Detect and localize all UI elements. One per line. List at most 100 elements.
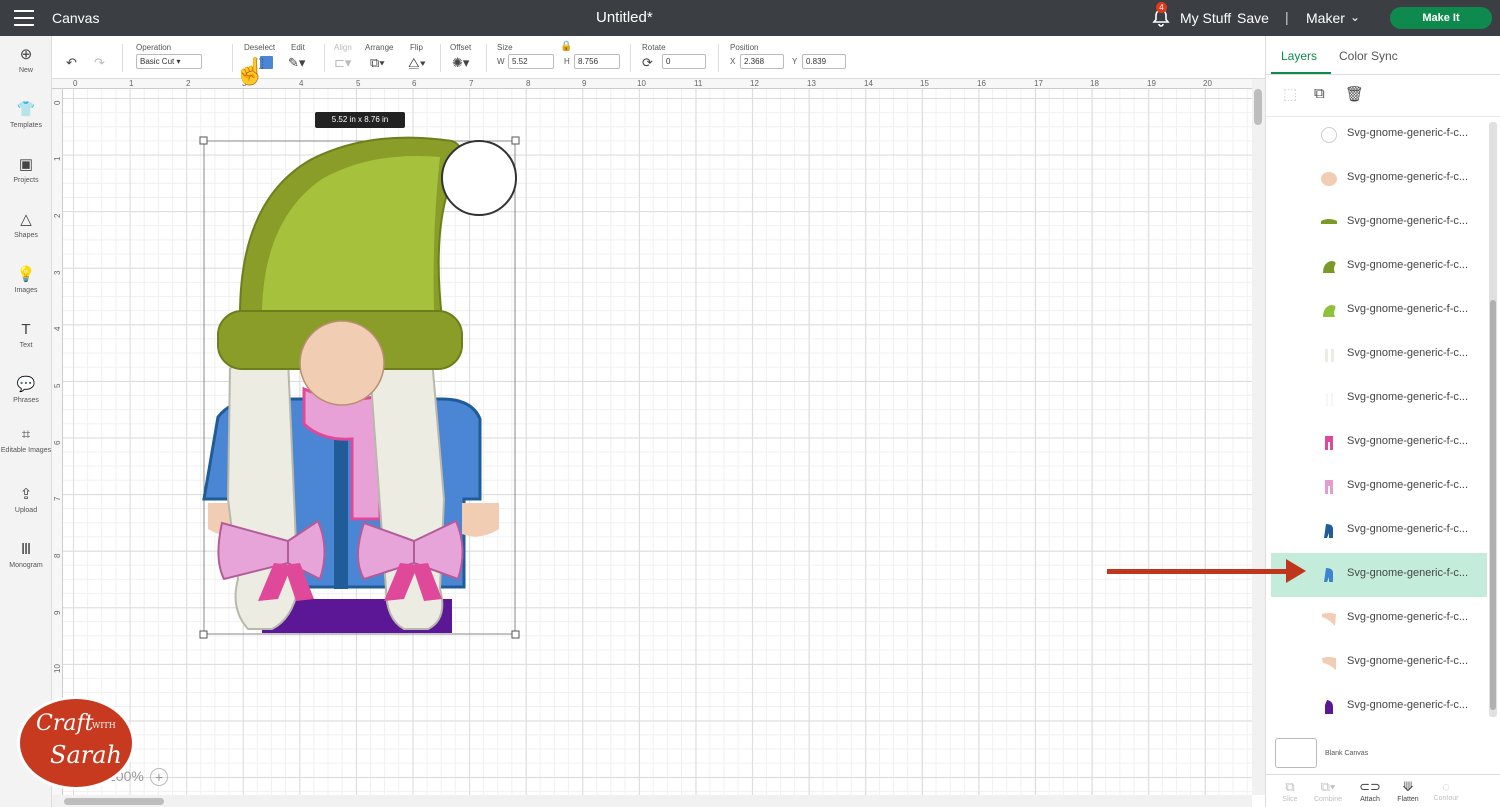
- ruler-tick: 17: [1034, 79, 1043, 88]
- scroll-thumb[interactable]: [1254, 89, 1262, 125]
- layer-item[interactable]: Svg-gnome-generic-f-c...: [1271, 421, 1487, 465]
- layer-item[interactable]: Svg-gnome-generic-f-c...: [1271, 641, 1487, 685]
- arrange-icon[interactable]: ⧉▾: [370, 55, 385, 71]
- layer-thumbnail: [1325, 436, 1333, 450]
- edit-label: Edit: [291, 43, 305, 52]
- upload-icon: ⇪: [19, 486, 33, 503]
- ruler-tick: 5: [53, 383, 62, 388]
- canvas-vertical-scrollbar[interactable]: [1252, 79, 1265, 795]
- ruler-tick: 1: [53, 156, 62, 161]
- divider: [1266, 74, 1500, 75]
- ruler-tick: 16: [977, 79, 986, 88]
- tab-layers[interactable]: Layers: [1281, 49, 1317, 63]
- shapes-icon: △: [20, 211, 32, 228]
- scroll-thumb[interactable]: [64, 798, 164, 805]
- offset-icon[interactable]: ✺▾: [452, 55, 469, 71]
- nav-monogram[interactable]: Ⅲ Monogram: [0, 541, 52, 570]
- y-input[interactable]: 0.839: [802, 54, 846, 69]
- layer-thumbnail: [1321, 127, 1337, 143]
- shirt-icon: 👕: [16, 101, 36, 118]
- tab-color-sync[interactable]: Color Sync: [1339, 49, 1398, 63]
- make-it-button[interactable]: Make It: [1390, 7, 1492, 29]
- document-title[interactable]: Untitled*: [596, 9, 653, 26]
- hand-cursor-icon: ☝: [234, 56, 267, 86]
- layer-item[interactable]: Svg-gnome-generic-f-c...: [1271, 465, 1487, 509]
- nav-shapes[interactable]: △ Shapes: [0, 211, 52, 240]
- ruler-tick: 4: [299, 79, 304, 88]
- layer-item[interactable]: Svg-gnome-generic-f-c...: [1271, 685, 1487, 729]
- nav-images[interactable]: 💡 Images: [0, 266, 52, 295]
- duplicate-icon[interactable]: ⧉: [1314, 85, 1325, 102]
- notification-badge: 4: [1156, 2, 1167, 13]
- blank-canvas-thumbnail[interactable]: [1275, 738, 1317, 768]
- trash-icon[interactable]: 🗑: [1345, 85, 1364, 103]
- nav-projects[interactable]: ▣ Projects: [0, 156, 52, 185]
- layer-item[interactable]: Svg-gnome-generic-f-c...: [1271, 597, 1487, 641]
- app-title: Canvas: [52, 10, 100, 26]
- ruler-left: 0 1 2 3 4 5 6 7 8 9 10: [52, 89, 63, 795]
- ruler-tick: 4: [53, 326, 62, 331]
- nav-upload[interactable]: ⇪ Upload: [0, 486, 52, 515]
- flip-icon[interactable]: ⧋▾: [408, 55, 426, 71]
- my-stuff-link[interactable]: My Stuff: [1180, 10, 1231, 26]
- layer-thumbnail: [1323, 261, 1336, 273]
- nav-editable-images[interactable]: ⌗ Editable Images: [0, 426, 52, 455]
- x-input[interactable]: 2.368: [740, 54, 784, 69]
- flatten-button[interactable]: ⟱ Flatten: [1388, 779, 1428, 803]
- layer-thumbnail: [1321, 219, 1337, 224]
- zoom-in-button[interactable]: +: [150, 768, 168, 786]
- y-label: Y: [792, 57, 798, 66]
- arrange-label: Arrange: [365, 43, 394, 52]
- text-icon: T: [21, 321, 31, 338]
- canvas-horizontal-scrollbar[interactable]: [52, 795, 1252, 807]
- height-input[interactable]: 8.756: [574, 54, 620, 69]
- nav-templates[interactable]: 👕 Templates: [0, 101, 52, 130]
- layer-item[interactable]: Svg-gnome-generic-f-c...: [1271, 245, 1487, 289]
- slice-icon: ⧉: [1285, 779, 1295, 794]
- scroll-thumb[interactable]: [1490, 300, 1496, 710]
- layer-thumbnail: [1325, 349, 1334, 362]
- ruler-tick: 2: [53, 213, 62, 218]
- size-label: Size: [497, 43, 513, 52]
- attach-icon: ⊂⊃: [1359, 779, 1381, 794]
- layer-item[interactable]: Svg-gnome-generic-f-c...: [1271, 377, 1487, 421]
- layer-item[interactable]: Svg-gnome-generic-f-c...: [1271, 333, 1487, 377]
- chevron-down-icon[interactable]: ⌄: [1350, 10, 1360, 24]
- save-button[interactable]: Save: [1237, 10, 1269, 26]
- divider: [440, 44, 441, 72]
- blank-canvas-label: Blank Canvas: [1325, 750, 1369, 757]
- layer-item[interactable]: Svg-gnome-generic-f-c...: [1271, 157, 1487, 201]
- layer-thumbnail: [1322, 613, 1336, 626]
- design-canvas[interactable]: [52, 79, 1252, 795]
- nav-new[interactable]: ⊕ New: [0, 46, 52, 75]
- menu-icon[interactable]: [14, 10, 34, 26]
- operation-select[interactable]: Basic Cut ▾: [136, 54, 202, 69]
- ruler-tick: 14: [864, 79, 873, 88]
- layer-item[interactable]: Svg-gnome-generic-f-c...: [1271, 509, 1487, 553]
- machine-select[interactable]: Maker: [1306, 10, 1345, 26]
- layer-name: Svg-gnome-generic-f-c...: [1347, 523, 1469, 535]
- layer-item[interactable]: Svg-gnome-generic-f-c...: [1271, 289, 1487, 333]
- layer-thumbnail: [1322, 657, 1336, 670]
- ruler-tick: 20: [1203, 79, 1212, 88]
- layer-thumbnail: [1324, 524, 1333, 538]
- width-input[interactable]: 5.52: [508, 54, 554, 69]
- projects-icon: ▣: [18, 156, 34, 173]
- ruler-tick: 1: [129, 79, 134, 88]
- layer-item[interactable]: Svg-gnome-generic-f-c...: [1271, 201, 1487, 245]
- layer-thumbnail: [1325, 700, 1333, 714]
- ruler-tick: 19: [1147, 79, 1156, 88]
- height-label: H: [564, 57, 570, 66]
- lock-icon[interactable]: 🔒: [560, 41, 572, 52]
- nav-text[interactable]: T Text: [0, 321, 52, 350]
- nav-phrases[interactable]: 💬 Phrases: [0, 376, 52, 405]
- logo-text: Craft: [36, 711, 94, 736]
- pen-icon[interactable]: ✎▾: [288, 55, 305, 71]
- layer-item[interactable]: Svg-gnome-generic-f-c...: [1271, 113, 1487, 157]
- gnome-artwork[interactable]: [52, 79, 1252, 795]
- rotate-input[interactable]: 0: [662, 54, 706, 69]
- logo-text: Sarah: [50, 741, 122, 769]
- attach-button[interactable]: ⊂⊃ Attach: [1350, 779, 1390, 803]
- ruler-tick: 0: [73, 79, 78, 88]
- undo-icon[interactable]: ↶: [66, 55, 77, 71]
